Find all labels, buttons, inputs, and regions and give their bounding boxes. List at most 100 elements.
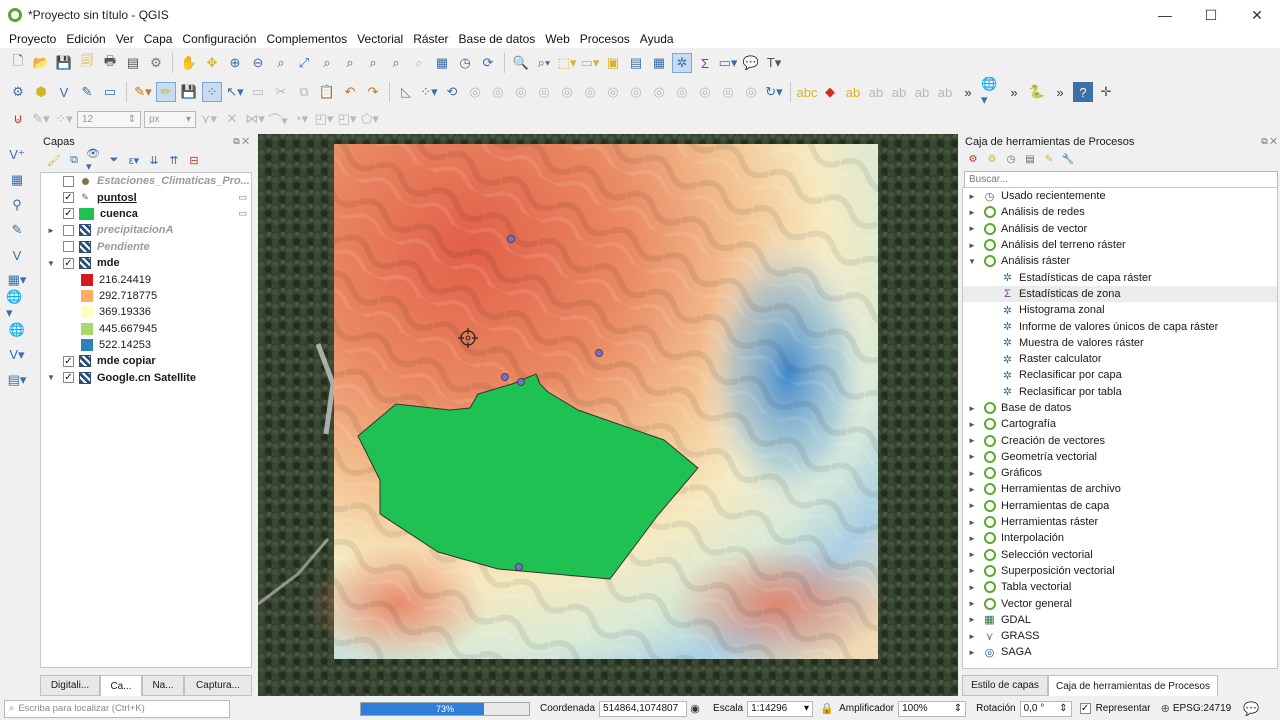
coordinate-capture-icon[interactable]: ✛ <box>1096 82 1116 102</box>
expand-arrow-icon[interactable]: ► <box>967 599 977 608</box>
provider-group[interactable]: ► Cartografía <box>963 416 1277 432</box>
annotation-line-icon[interactable]: ⋎▾ <box>199 109 219 129</box>
point-feature[interactable] <box>507 235 515 243</box>
layer-visibility-checkbox[interactable] <box>63 241 74 253</box>
layer-visibility-checkbox[interactable]: ✓ <box>63 372 74 384</box>
dock-tab-1[interactable]: Ca... <box>100 675 142 696</box>
collapse-all-icon[interactable]: ⇈ <box>166 152 182 168</box>
reshape-icon[interactable]: ◎ <box>603 82 623 102</box>
annotation-polygon-icon[interactable]: ⌒▾ <box>268 109 288 129</box>
select-features-icon[interactable]: ⬚▾ <box>557 53 577 73</box>
edit-features-in-place-icon[interactable]: ✎ <box>1042 152 1056 166</box>
expand-arrow-icon[interactable]: ▼ <box>46 259 56 268</box>
layer-row[interactable]: Pendiente <box>41 239 251 255</box>
point-feature[interactable] <box>517 378 525 386</box>
expand-arrow-icon[interactable]: ► <box>967 208 977 217</box>
layer-visibility-checkbox[interactable]: ✓ <box>63 208 74 220</box>
provider-group[interactable]: ► Interpolación <box>963 530 1277 546</box>
menu-item-8[interactable]: Base de datos <box>454 32 541 46</box>
dock-tab-2[interactable]: Na... <box>142 675 184 696</box>
filter-expression-icon[interactable]: ε▾ <box>126 152 142 168</box>
label-change-icon[interactable]: ab <box>912 82 932 102</box>
pan-hand-icon[interactable]: ✋ <box>179 53 199 73</box>
add-wms-icon[interactable]: 🌐▾ <box>6 289 28 320</box>
add-postgis-icon[interactable]: ✎ <box>6 220 28 240</box>
new-scratch-layer-icon[interactable]: ▭ <box>100 82 120 102</box>
advanced-digitizing-icon[interactable]: ◺ <box>396 82 416 102</box>
zoom-native-icon[interactable]: ⌕ <box>363 53 383 73</box>
algorithm-item[interactable]: ✲ Histograma zonal <box>963 302 1277 318</box>
results-viewer-icon[interactable]: ▤ <box>1023 152 1037 166</box>
expand-arrow-icon[interactable]: ► <box>967 648 977 657</box>
font-unit-select[interactable]: px ▾ <box>144 110 196 128</box>
menu-item-0[interactable]: Proyecto <box>4 32 61 46</box>
layer-row[interactable]: ▼ ✓ Google.cn Satellite <box>41 370 251 386</box>
maximize-button[interactable]: ☐ <box>1188 0 1234 30</box>
annotation-circle-icon[interactable]: ◔▾ <box>291 109 311 129</box>
delete-ring-icon[interactable]: ◎ <box>557 82 577 102</box>
algorithm-item[interactable]: Σ Estadísticas de zona <box>963 285 1277 303</box>
copy-features-icon[interactable]: ⧉ <box>294 82 314 102</box>
provider-group[interactable]: ► Herramientas de capa <box>963 498 1277 514</box>
add-virtual-layer-icon[interactable]: V▾ <box>6 345 28 365</box>
history-icon[interactable]: ◷ <box>1004 152 1018 166</box>
layer-row[interactable]: ▼ ✓ mde <box>41 255 251 271</box>
zoom-in-icon[interactable]: ⊕ <box>225 53 245 73</box>
fill-ring-icon[interactable]: ◎ <box>534 82 554 102</box>
remove-layer-icon[interactable]: ⊟ <box>186 152 202 168</box>
provider-group[interactable]: ► Gráficos <box>963 465 1277 481</box>
processing-toolbox-icon[interactable]: ✲ <box>672 53 692 73</box>
delete-selected-icon[interactable]: ▭ <box>248 82 268 102</box>
expand-arrow-icon[interactable]: ► <box>46 226 56 235</box>
font-size-input[interactable]: 12 ⇕ <box>77 110 141 128</box>
provider-group[interactable]: ► Vector general <box>963 595 1277 611</box>
expand-arrow-icon[interactable]: ► <box>967 404 977 413</box>
paste-features-icon[interactable]: 📋 <box>317 82 337 102</box>
layer-visibility-checkbox[interactable]: ✓ <box>63 355 74 367</box>
panel-float-close-icon[interactable]: ⧉ ✕ <box>233 136 252 147</box>
expand-arrow-icon[interactable]: ▼ <box>967 257 977 266</box>
redo-icon[interactable]: ↷ <box>363 82 383 102</box>
rotate-symbols-icon[interactable]: ◎ <box>741 82 761 102</box>
provider-group[interactable]: ► Herramientas ráster <box>963 514 1277 530</box>
expand-arrow-icon[interactable]: ► <box>967 192 977 201</box>
expand-arrow-icon[interactable]: ► <box>967 452 977 461</box>
add-vector-tile-icon[interactable]: ▤▾ <box>6 370 28 390</box>
label-pin-icon[interactable]: ◆ <box>820 82 840 102</box>
magnet-snapping-icon[interactable]: ⊍ <box>8 109 28 129</box>
dock-tab-1[interactable]: Caja de herramientas de Procesos <box>1048 675 1218 696</box>
rotate-feature-icon[interactable]: ⟲ <box>442 82 462 102</box>
save-project-icon[interactable]: 💾 <box>54 53 74 73</box>
more-tools-icon[interactable]: » <box>1004 82 1024 102</box>
provider-group[interactable]: ► Análisis de redes <box>963 204 1277 220</box>
point-feature[interactable] <box>595 349 603 357</box>
add-part-icon[interactable]: ◎ <box>511 82 531 102</box>
zoom-full-icon[interactable]: ⤢ <box>294 53 314 73</box>
layer-visibility-checkbox[interactable]: ✓ <box>63 192 74 204</box>
layer-visibility-checkbox[interactable]: ✓ <box>63 257 74 269</box>
move-feature-icon[interactable]: ⁘▾ <box>419 82 439 102</box>
zoom-last-icon[interactable]: ⌕ <box>386 53 406 73</box>
expand-arrow-icon[interactable]: ► <box>967 436 977 445</box>
data-source-manager-icon[interactable]: ⚙ <box>8 82 28 102</box>
label-move-icon[interactable]: ab <box>866 82 886 102</box>
expand-arrow-icon[interactable]: ► <box>967 469 977 478</box>
merge-attributes-icon[interactable]: ◎ <box>718 82 738 102</box>
identify-icon[interactable]: 🔍 <box>511 53 531 73</box>
open-styling-icon[interactable]: 🖌 <box>46 152 62 168</box>
layer-visibility-checkbox[interactable] <box>63 175 74 187</box>
layer-visibility-checkbox[interactable] <box>63 224 74 236</box>
provider-group[interactable]: ► ▦ GDAL <box>963 612 1277 628</box>
node-tool-icon[interactable]: ⁘▾ <box>54 109 74 129</box>
annotation-poly-icon[interactable]: ⬠▾ <box>360 109 380 129</box>
provider-group[interactable]: ► Base de datos <box>963 400 1277 416</box>
expand-arrow-icon[interactable]: ► <box>967 534 977 543</box>
help-icon[interactable]: ? <box>1073 82 1093 102</box>
layer-row[interactable]: ✓ mde copiar <box>41 353 251 369</box>
provider-group[interactable]: ► Geometría vectorial <box>963 449 1277 465</box>
algorithm-item[interactable]: ✲ Reclasificar por tabla <box>963 384 1277 400</box>
algorithm-item[interactable]: ✲ Raster calculator <box>963 351 1277 367</box>
panel-float-close-icon[interactable]: ⧉ ✕ <box>1261 136 1280 147</box>
coordinate-field[interactable]: 514864,1074807 <box>599 700 688 717</box>
pan-to-selection-icon[interactable]: ✥ <box>202 53 222 73</box>
